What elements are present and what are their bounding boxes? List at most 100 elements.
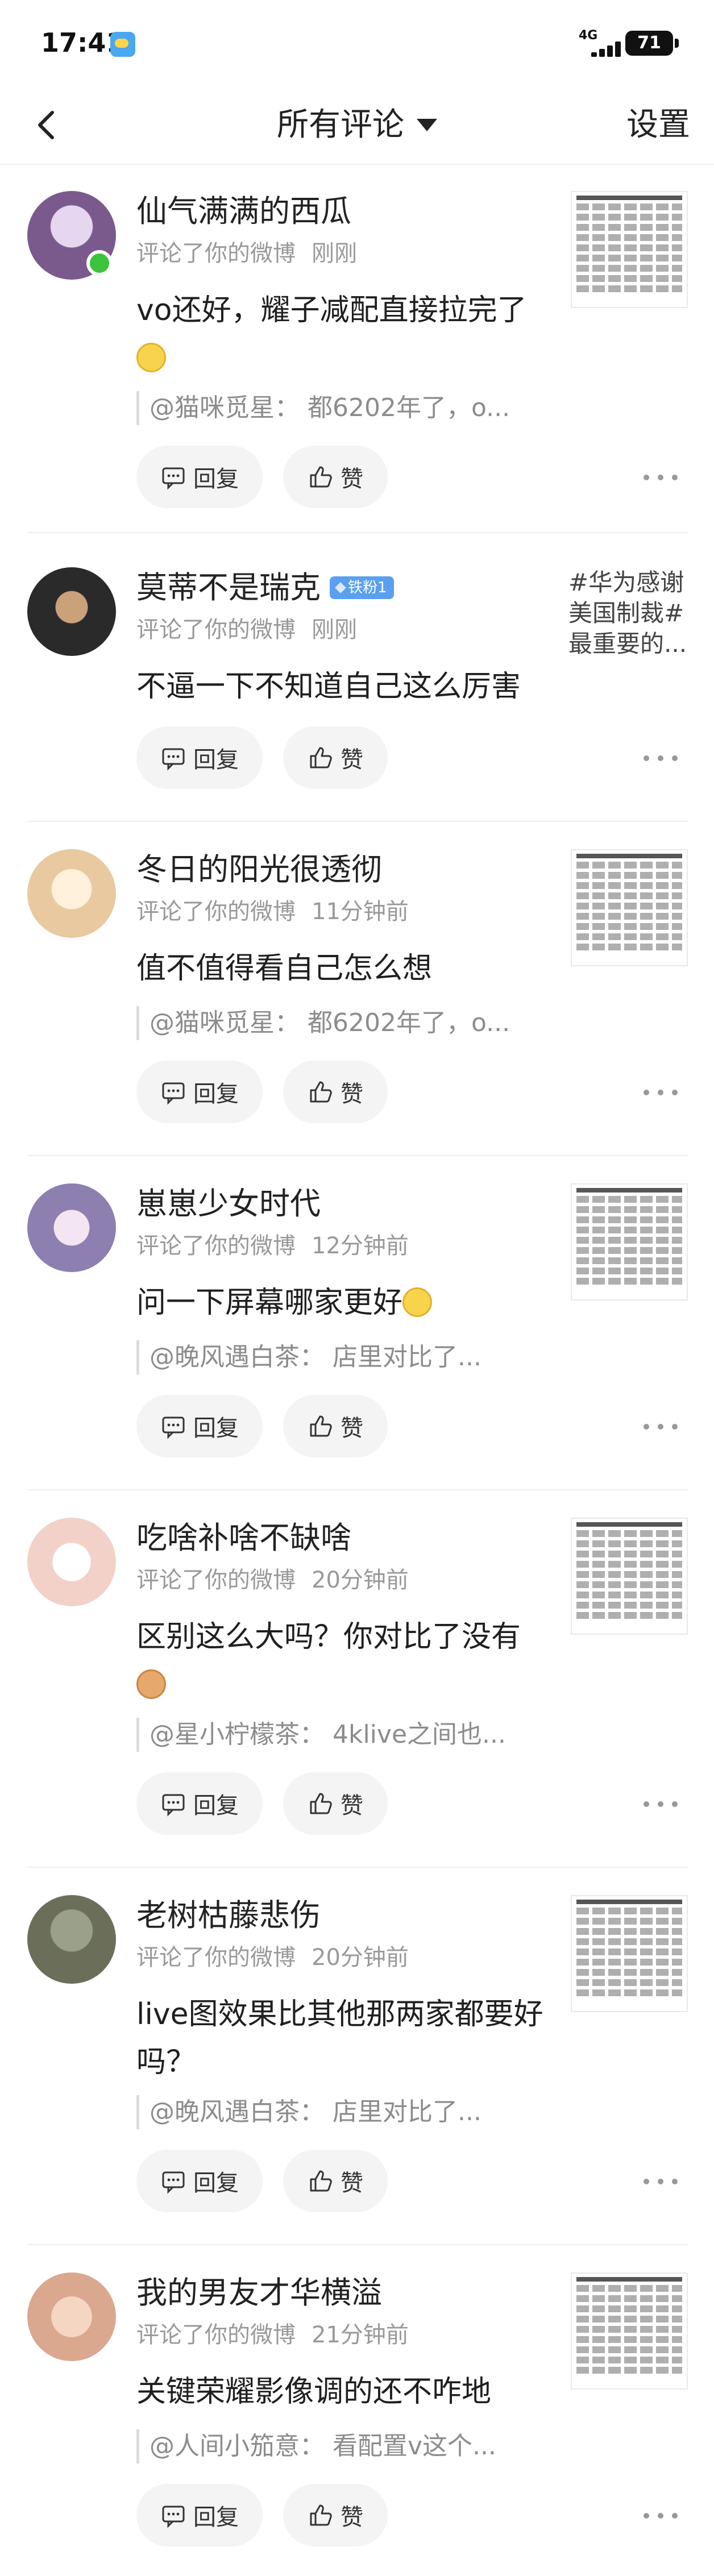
signal-icon	[579, 40, 621, 57]
quoted-comment[interactable]: @晚风遇白茶： 店里对比了...	[136, 1340, 557, 1374]
comment-icon	[162, 2506, 185, 2528]
page-title: 所有评论	[277, 106, 404, 143]
timestamp: 20分钟前	[312, 1945, 409, 1971]
more-dots-icon[interactable]	[644, 753, 678, 764]
reply-label: 回复	[193, 2170, 239, 2196]
shy-emoji	[402, 1287, 433, 1317]
quoted-comment[interactable]: @猫咪觅星： 都6202年了，o...	[136, 1006, 557, 1040]
like-label: 赞	[341, 1793, 363, 1819]
like-button[interactable]: 赞	[283, 1061, 388, 1123]
more-dots-icon[interactable]	[644, 1798, 678, 1810]
avatar[interactable]	[27, 567, 116, 656]
post-topic-preview[interactable]: #华为感谢美国制裁#最重要的...	[568, 567, 688, 659]
username[interactable]: 我的男友才华横溢	[136, 2272, 382, 2313]
like-label: 赞	[341, 2170, 363, 2196]
like-label: 赞	[341, 747, 363, 773]
like-button[interactable]: 赞	[283, 2484, 388, 2546]
reply-button[interactable]: 回复	[136, 2484, 263, 2546]
reply-button[interactable]: 回复	[136, 2150, 263, 2212]
comment-text: 不逼一下不知道自己这么厉害	[136, 670, 521, 704]
more-dots-icon[interactable]	[644, 2510, 678, 2521]
quoted-comment[interactable]: @晚风遇白茶： 店里对比了...	[136, 2095, 557, 2129]
quoted-comment[interactable]: @人间小笳意： 看配置v这个...	[136, 2429, 557, 2463]
comment-text: vo还好，耀子减配直接拉完了	[136, 286, 568, 382]
reply-label: 回复	[193, 1415, 239, 1441]
username[interactable]: 冬日的阳光很透彻	[136, 849, 382, 890]
comment-icon	[162, 1794, 185, 1817]
weather-icon	[110, 32, 135, 57]
comment-meta: 评论了你的微博 刚刚	[136, 240, 357, 267]
username[interactable]: 吃啥补啥不缺啥	[136, 1518, 351, 1559]
like-label: 赞	[341, 2504, 363, 2531]
avatar[interactable]	[27, 849, 116, 938]
comment-filter-dropdown[interactable]: 所有评论	[277, 105, 437, 146]
comment-text: 问一下屏幕哪家更好	[136, 1279, 568, 1327]
post-thumbnail[interactable]	[571, 2272, 688, 2390]
status-bar: 17:41 4G 71	[0, 0, 714, 85]
like-button[interactable]: 赞	[283, 1395, 388, 1457]
comment-item[interactable]: 我的男友才华横溢 评论了你的微博 21分钟前 关键荣耀影像调的还不咋地 @人间小笳…	[27, 2244, 688, 2576]
reply-button[interactable]: 回复	[136, 1772, 263, 1835]
timestamp: 20分钟前	[312, 1567, 409, 1593]
comment-item[interactable]: 老树枯藤悲伤 评论了你的微博 20分钟前 live图效果比其他那两家都要好吗？ @…	[27, 1867, 688, 2244]
thumbs-up-icon	[310, 1793, 332, 1814]
comment-text: 关键荣耀影像调的还不咋地	[136, 2375, 492, 2409]
timestamp: 刚刚	[312, 617, 357, 643]
more-dots-icon[interactable]	[644, 1087, 678, 1098]
like-button[interactable]: 赞	[283, 1772, 388, 1835]
reply-button[interactable]: 回复	[136, 726, 263, 789]
comment-text: live图效果比其他那两家都要好吗？	[136, 1997, 543, 2079]
username[interactable]: 老树枯藤悲伤	[136, 1895, 321, 1936]
fan-badge: 铁粉1	[330, 576, 394, 599]
username[interactable]: 莫蒂不是瑞克 铁粉1	[136, 567, 394, 608]
thumbs-up-icon	[310, 1081, 332, 1103]
reply-button[interactable]: 回复	[136, 1395, 263, 1457]
username[interactable]: 崽崽少女时代	[136, 1183, 321, 1224]
reply-button[interactable]: 回复	[136, 1061, 263, 1123]
comment-item[interactable]: 冬日的阳光很透彻 评论了你的微博 11分钟前 值不值得看自己怎么想 @猫咪觅星： …	[27, 821, 688, 1155]
post-thumbnail[interactable]	[571, 1895, 688, 2012]
comment-item[interactable]: 崽崽少女时代 评论了你的微博 12分钟前 问一下屏幕哪家更好 @晚风遇白茶： 店里…	[27, 1155, 688, 1489]
settings-button[interactable]: 设置	[626, 105, 690, 146]
thumbs-up-icon	[310, 466, 332, 488]
reply-label: 回复	[193, 1081, 239, 1107]
avatar[interactable]	[27, 1518, 116, 1606]
like-button[interactable]: 赞	[283, 446, 388, 508]
comment-item[interactable]: 莫蒂不是瑞克 铁粉1 评论了你的微博 刚刚 不逼一下不知道自己这么厉害 回复 赞 #…	[27, 532, 688, 821]
like-button[interactable]: 赞	[283, 726, 388, 789]
avatar[interactable]	[27, 2272, 116, 2361]
thumbs-up-icon	[310, 1415, 332, 1437]
avatar[interactable]	[27, 1895, 116, 1984]
timestamp: 21分钟前	[312, 2322, 409, 2348]
post-thumbnail[interactable]	[571, 191, 688, 308]
comment-text: 值不值得看自己怎么想	[136, 952, 433, 986]
username[interactable]: 仙气满满的西瓜	[136, 191, 351, 232]
like-button[interactable]: 赞	[283, 2150, 388, 2212]
reply-button[interactable]: 回复	[136, 446, 263, 508]
nav-header: 所有评论 设置	[0, 85, 714, 165]
comment-text: 区别这么大吗？你对比了没有	[136, 1613, 568, 1709]
thumbs-up-icon	[310, 747, 332, 768]
timestamp: 刚刚	[312, 240, 357, 267]
comment-icon	[162, 1416, 185, 1439]
timestamp: 12分钟前	[312, 1233, 409, 1259]
reply-label: 回复	[193, 1793, 239, 1819]
comment-item[interactable]: 仙气满满的西瓜 评论了你的微博 刚刚 vo还好，耀子减配直接拉完了 @猫咪觅星： …	[27, 191, 688, 532]
smile-emoji	[136, 343, 166, 372]
comment-meta: 评论了你的微博 刚刚	[136, 617, 357, 643]
post-thumbnail[interactable]	[571, 849, 688, 966]
comment-item[interactable]: 吃啥补啥不缺啥 评论了你的微博 20分钟前 区别这么大吗？你对比了没有 @星小柠檬…	[27, 1489, 688, 1867]
comment-meta: 评论了你的微博 12分钟前	[136, 1233, 409, 1259]
quoted-comment[interactable]: @猫咪觅星： 都6202年了，o...	[136, 391, 557, 425]
diamond-icon	[335, 582, 346, 593]
more-dots-icon[interactable]	[644, 472, 678, 483]
quoted-comment[interactable]: @星小柠檬茶： 4klive之间也...	[136, 1718, 557, 1752]
avatar[interactable]	[27, 1183, 116, 1272]
comment-icon	[162, 467, 185, 490]
post-thumbnail[interactable]	[571, 1183, 688, 1301]
post-thumbnail[interactable]	[571, 1518, 688, 1635]
more-dots-icon[interactable]	[644, 2176, 678, 2187]
reply-label: 回复	[193, 466, 239, 492]
comment-meta: 评论了你的微博 21分钟前	[136, 2322, 409, 2348]
more-dots-icon[interactable]	[644, 1421, 678, 1432]
